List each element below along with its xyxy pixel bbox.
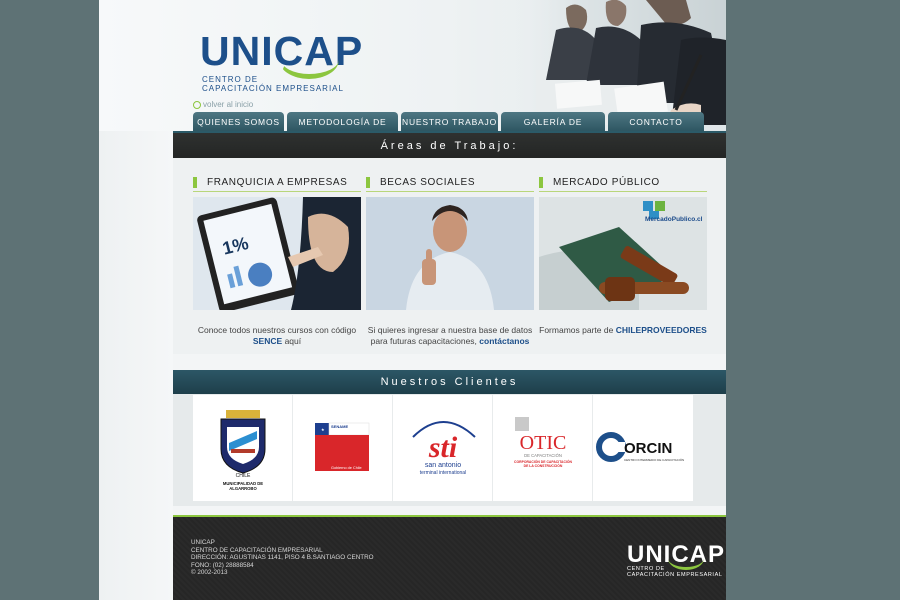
client-label: ORCIN bbox=[624, 440, 672, 457]
area-mercado: Mercado Público MercadoPublico.cl Formam… bbox=[539, 176, 707, 336]
logo-subtitle-line1: Centro de bbox=[202, 75, 259, 84]
client-label: ALGARROBO bbox=[229, 486, 257, 491]
otic-logo-icon: OTIC DE CAPACITACIÓN CORPORACIÓN DE CAPA… bbox=[514, 417, 572, 468]
area-text: Formamos parte de bbox=[539, 325, 614, 335]
nav-metodologia[interactable]: Metodología de Trabajo bbox=[287, 112, 398, 131]
client-algarrobo[interactable]: CHILE MUNICIPALIDAD DE ALGARROBO bbox=[193, 395, 293, 501]
nav-quienes-somos[interactable]: Quienes Somos bbox=[193, 112, 284, 131]
area-becas: Becas Sociales Si quieres ingresar a nue… bbox=[366, 176, 534, 347]
client-label: terminal international bbox=[420, 470, 466, 476]
header: UNICAP Centro de Capacitación Empresaria… bbox=[99, 0, 726, 131]
crest-text: CHILE bbox=[236, 473, 251, 479]
areas-section: Franquicia a Empresas 1% Conoce todos nu… bbox=[173, 158, 726, 354]
sti-logo-icon: sti san antonio terminal international bbox=[412, 421, 476, 476]
footer-contact-info: UNICAP CENTRO DE CAPACITACIÓN EMPRESARIA… bbox=[191, 539, 374, 577]
logo-swoosh bbox=[279, 40, 339, 79]
contactanos-link[interactable]: contáctanos bbox=[479, 336, 529, 346]
tablet-photo[interactable]: 1% bbox=[193, 197, 361, 310]
left-panel bbox=[99, 131, 173, 600]
areas-heading: Áreas de Trabajo: bbox=[173, 131, 726, 159]
sename-logo-icon: ★ SENAME Gobierno de Chile bbox=[315, 422, 370, 471]
client-label: san antonio bbox=[425, 462, 461, 469]
chileproveedores-link[interactable]: CHILEPROVEEDORES bbox=[616, 325, 707, 335]
home-icon bbox=[193, 100, 201, 109]
page: UNICAP Centro de Capacitación Empresaria… bbox=[99, 0, 726, 600]
nav-galeria[interactable]: Galería de Imágenes bbox=[501, 112, 605, 131]
logo-subtitle-line2: Capacitación Empresarial bbox=[202, 84, 344, 93]
algarrobo-crest-icon: CHILE MUNICIPALIDAD DE ALGARROBO bbox=[220, 410, 266, 491]
client-sti[interactable]: sti san antonio terminal international bbox=[393, 395, 493, 501]
area-title[interactable]: Franquicia a Empresas bbox=[193, 176, 361, 192]
clients-heading: Nuestros Clientes bbox=[173, 370, 726, 394]
client-label: DE CAPACITACIÓN bbox=[524, 453, 562, 458]
hero-business-photo bbox=[496, 0, 726, 125]
gavel-photo[interactable] bbox=[539, 197, 707, 310]
back-home-link[interactable]: volver al inicio bbox=[193, 100, 253, 109]
client-label: sti bbox=[428, 431, 458, 464]
footer-address: DIRECCIÓN: AGUSTINAS 1141, PISO 4 B.SANT… bbox=[191, 554, 374, 562]
client-label: OTIC bbox=[520, 432, 567, 454]
area-title[interactable]: Becas Sociales bbox=[366, 176, 534, 192]
area-franquicia: Franquicia a Empresas 1% Conoce todos nu… bbox=[193, 176, 361, 347]
area-text: Conoce todos nuestros cursos con código bbox=[197, 325, 357, 335]
footer: UNICAP CENTRO DE CAPACITACIÓN EMPRESARIA… bbox=[173, 515, 726, 600]
footer-logo-subtitle: Centro de Capacitación Empresarial bbox=[627, 566, 723, 578]
client-label: DE LA CONSTRUCCIÓN bbox=[524, 463, 563, 468]
area-description: Conoce todos nuestros cursos con código … bbox=[193, 325, 361, 347]
svg-text:★: ★ bbox=[321, 427, 325, 432]
client-corcin[interactable]: ORCIN CENTRO INTERMEDIO DE CAPACITACIÓN bbox=[593, 395, 692, 501]
thumbs-up-man-photo[interactable] bbox=[366, 197, 534, 310]
footer-logo-subtitle-line2: Capacitación Empresarial bbox=[627, 572, 723, 578]
sence-link[interactable]: SENCE bbox=[253, 336, 282, 346]
area-text: Si quieres ingresar a nuestra base de da… bbox=[367, 325, 533, 335]
clients-section: CHILE MUNICIPALIDAD DE ALGARROBO ★ SENAM… bbox=[193, 395, 693, 501]
client-sename[interactable]: ★ SENAME Gobierno de Chile bbox=[293, 395, 393, 501]
main-nav: Quienes Somos Metodología de Trabajo Nue… bbox=[193, 112, 704, 131]
area-text: para futuras capacitaciones, bbox=[370, 336, 477, 346]
area-description: Formamos parte de CHILEPROVEEDORES bbox=[539, 325, 707, 336]
area-title[interactable]: Mercado Público bbox=[539, 176, 707, 192]
back-home-label: volver al inicio bbox=[203, 100, 254, 109]
area-text-aqui: aquí bbox=[284, 336, 302, 346]
area-description: Si quieres ingresar a nuestra base de da… bbox=[366, 325, 534, 347]
corcin-logo-icon: ORCIN CENTRO INTERMEDIO DE CAPACITACIÓN bbox=[596, 432, 684, 462]
footer-copyright: © 2002-2013 bbox=[191, 569, 228, 577]
client-label: Gobierno de Chile bbox=[331, 466, 362, 470]
nav-nuestro-trabajo[interactable]: Nuestro Trabajo bbox=[401, 112, 498, 131]
client-label: SENAME bbox=[331, 424, 348, 429]
footer-company: UNICAP bbox=[191, 539, 215, 546]
logo-subtitle: Centro de Capacitación Empresarial bbox=[202, 75, 344, 93]
mercadopublico-logo-text: MercadoPublico.cl bbox=[645, 216, 703, 223]
client-label: CENTRO INTERMEDIO DE CAPACITACIÓN bbox=[624, 457, 684, 462]
nav-contacto[interactable]: Contacto bbox=[608, 112, 704, 131]
client-otic[interactable]: OTIC DE CAPACITACIÓN CORPORACIÓN DE CAPA… bbox=[493, 395, 593, 501]
